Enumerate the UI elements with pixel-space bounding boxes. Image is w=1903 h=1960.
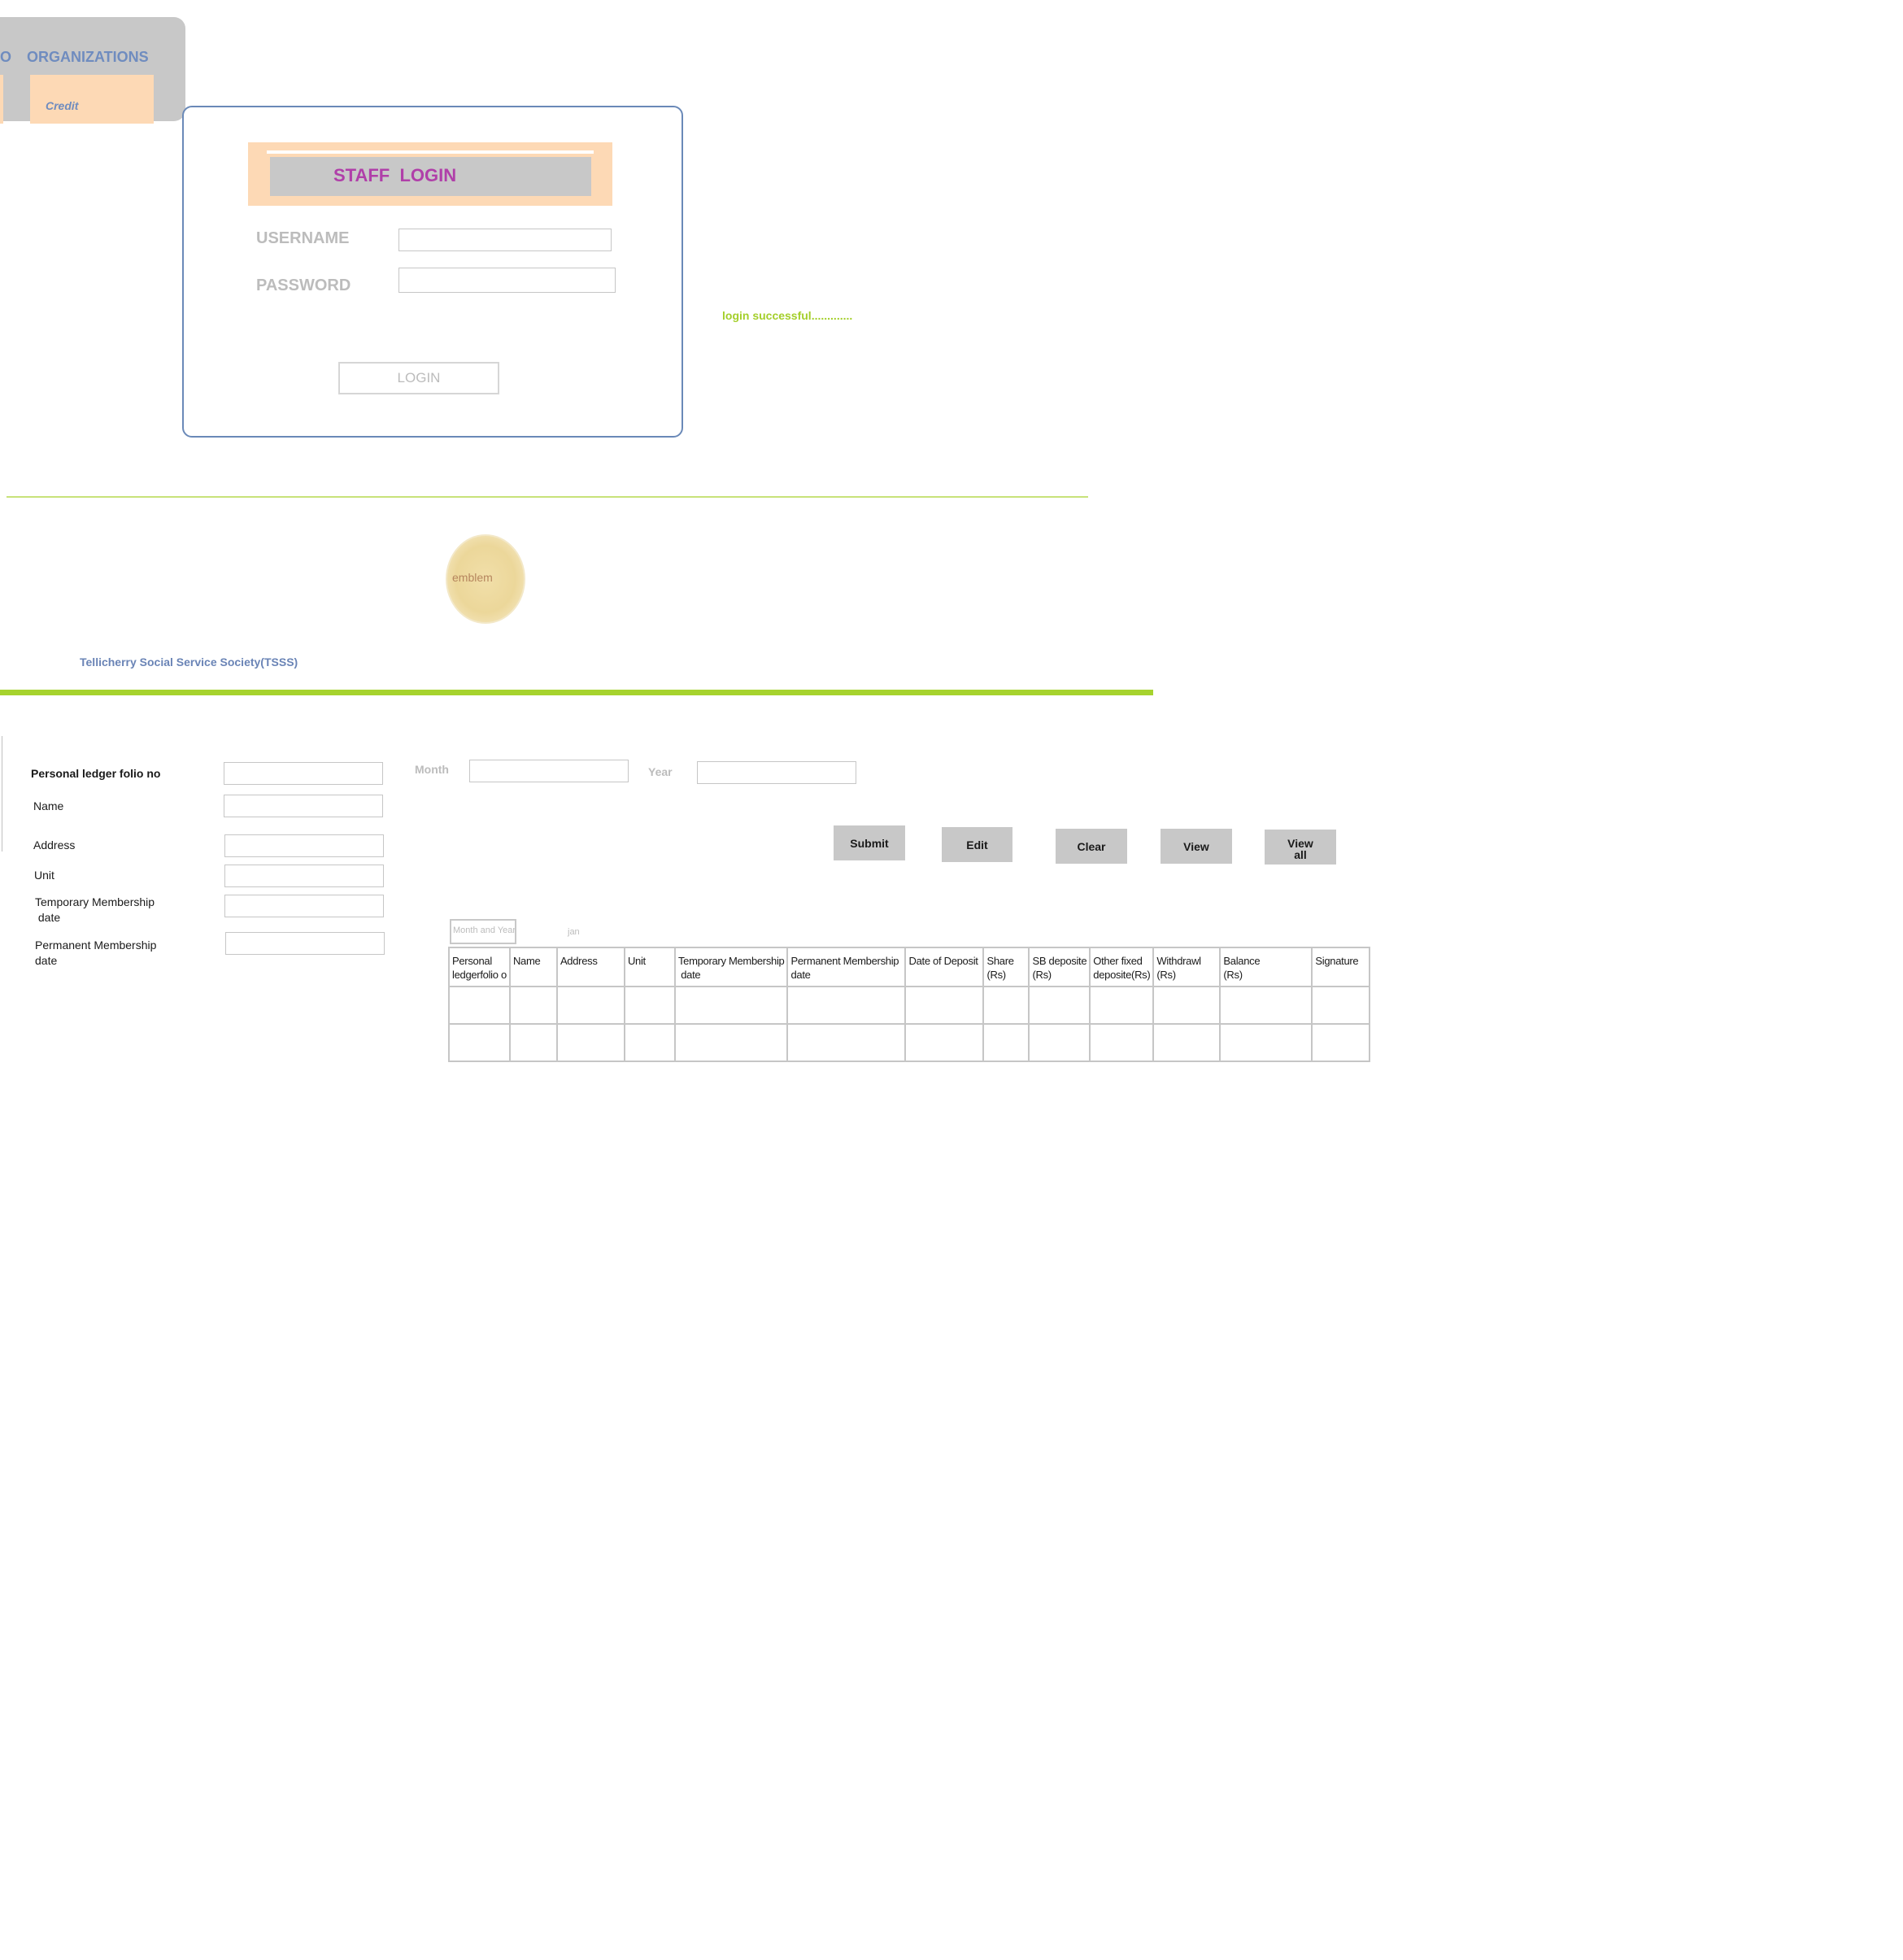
- edit-button[interactable]: Edit: [942, 827, 1012, 862]
- column-header: Other fixed deposite(Rs): [1089, 947, 1155, 987]
- table-row: [448, 1023, 1371, 1062]
- table-cell: [982, 986, 1030, 1025]
- submit-button[interactable]: Submit: [834, 825, 905, 860]
- header-divider: [0, 690, 1153, 695]
- table-cell: [1152, 1023, 1221, 1062]
- year-input[interactable]: [697, 761, 856, 784]
- column-header: Address: [555, 947, 625, 987]
- ledger-table: Personal ledgerfolio o Name Address Unit…: [448, 947, 1371, 1062]
- table-cell: [904, 1023, 985, 1062]
- nav-tile-partial[interactable]: [0, 75, 3, 124]
- temporary-membership-label: Temporary Membership date: [35, 895, 155, 924]
- year-label: Year: [648, 765, 673, 778]
- name-label: Name: [33, 799, 64, 812]
- address-input[interactable]: [224, 834, 384, 857]
- table-cell: [508, 986, 558, 1025]
- column-header: Name: [508, 947, 558, 987]
- month-label: Month: [415, 763, 449, 776]
- unit-input[interactable]: [224, 865, 384, 887]
- column-header: Balance (Rs): [1219, 947, 1313, 987]
- table-cell: [508, 1023, 558, 1062]
- table-cell: [1311, 1023, 1371, 1062]
- table-cell: [1311, 986, 1371, 1025]
- ledger-folio-label: Personal ledger folio no: [31, 767, 161, 780]
- section-divider: [7, 496, 1088, 498]
- ledger-header-row: Personal ledgerfolio o Name Address Unit…: [448, 947, 1371, 987]
- column-header: Temporary Membership date: [673, 947, 789, 987]
- temporary-membership-input[interactable]: [224, 895, 384, 917]
- organization-name: Tellicherry Social Service Society(TSSS): [80, 656, 298, 669]
- table-cell: [1028, 986, 1091, 1025]
- name-input[interactable]: [224, 795, 383, 817]
- table-cell: [982, 1023, 1030, 1062]
- table-cell: [623, 1023, 676, 1062]
- table-cell: [673, 986, 789, 1025]
- login-header-rule: [267, 150, 594, 154]
- column-header: Unit: [623, 947, 676, 987]
- password-label: PASSWORD: [256, 277, 351, 294]
- table-cell: [1152, 986, 1221, 1025]
- column-header: Personal ledgerfolio o: [448, 947, 511, 987]
- password-input[interactable]: [398, 268, 616, 293]
- table-cell: [555, 986, 625, 1025]
- month-year-box[interactable]: Month and Year: [450, 919, 516, 944]
- table-cell: [1219, 1023, 1313, 1062]
- login-title: STAFF LOGIN: [333, 165, 457, 185]
- table-cell: [1028, 1023, 1091, 1062]
- table-cell: [904, 986, 985, 1025]
- nav-item-organizations[interactable]: ORGANIZATIONS: [27, 49, 149, 66]
- table-cell: [673, 1023, 789, 1062]
- month-input[interactable]: [469, 760, 629, 782]
- table-cell: [786, 1023, 907, 1062]
- table-cell: [1219, 986, 1313, 1025]
- table-cell: [1089, 986, 1155, 1025]
- table-cell: [623, 986, 676, 1025]
- login-button[interactable]: LOGIN: [338, 362, 499, 394]
- column-header: Permanent Membership date: [786, 947, 907, 987]
- nav-tile-credit-label: Credit: [46, 99, 79, 112]
- username-label: USERNAME: [256, 229, 350, 247]
- permanent-membership-input[interactable]: [225, 932, 385, 955]
- permanent-membership-label: Permanent Membership date: [35, 939, 157, 967]
- view-all-button[interactable]: View all: [1265, 830, 1336, 865]
- column-header: Signature: [1311, 947, 1371, 987]
- column-header: Withdrawl (Rs): [1152, 947, 1221, 987]
- nav-item-partial[interactable]: O: [0, 49, 11, 66]
- username-input[interactable]: [398, 229, 612, 251]
- login-status-message: login successful.............: [722, 309, 853, 322]
- unit-label: Unit: [34, 869, 54, 882]
- column-header: Date of Deposit: [904, 947, 985, 987]
- clear-button[interactable]: Clear: [1056, 829, 1127, 864]
- table-cell: [555, 1023, 625, 1062]
- table-cell: [786, 986, 907, 1025]
- address-label: Address: [33, 838, 76, 852]
- view-button[interactable]: View: [1161, 829, 1232, 864]
- table-cell: [1089, 1023, 1155, 1062]
- month-value: jan: [568, 927, 580, 937]
- emblem-label: emblem: [452, 571, 493, 584]
- column-header: Share (Rs): [982, 947, 1030, 987]
- table-row: [448, 986, 1371, 1025]
- ledger-folio-input[interactable]: [224, 762, 383, 785]
- column-header: SB deposite (Rs): [1028, 947, 1091, 987]
- table-cell: [448, 1023, 511, 1062]
- table-cell: [448, 986, 511, 1025]
